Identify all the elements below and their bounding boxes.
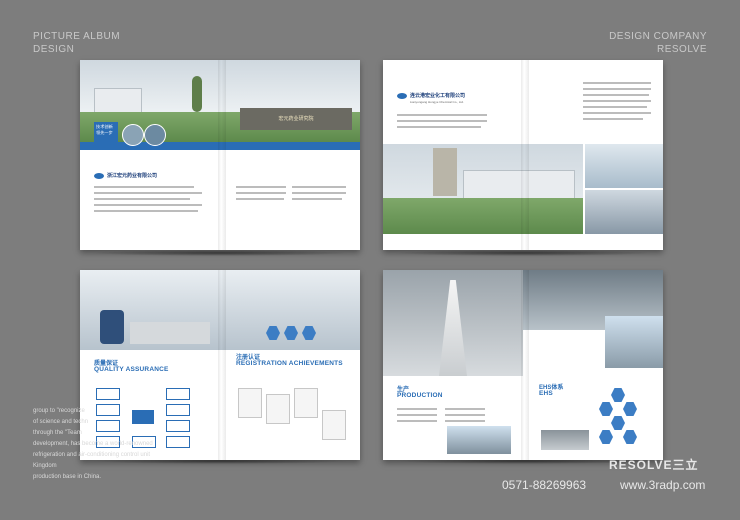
slogan-badge: 技术创新 领先一步 xyxy=(94,122,118,142)
side-text-line: group to "recognize xyxy=(33,408,85,414)
ehs-hex xyxy=(623,430,637,444)
company-name-2: 连云港宏业化工有限公司 xyxy=(410,93,466,99)
ehs-hex xyxy=(611,416,625,430)
side-description: group to "recognize of science and techn… xyxy=(33,406,173,483)
corner-title-right: DESIGN COMPANY RESOLVE xyxy=(609,30,707,56)
qa-flow-box xyxy=(96,388,120,400)
tank-photo xyxy=(605,316,663,368)
slogan-badge-text: 技术创新 领先一步 xyxy=(96,124,113,135)
lab-bench xyxy=(130,322,210,344)
phone-number: 0571-88269963 xyxy=(502,478,587,492)
ehs-hex xyxy=(611,388,625,402)
storage-tanks-photo xyxy=(447,426,511,454)
brand-logo-text: RESOLVE三立 xyxy=(609,458,699,472)
side-text-line: of science and techn xyxy=(33,419,89,425)
corner-left-line2: DESIGN xyxy=(33,44,75,55)
production-title-en: PRODUCTION xyxy=(397,392,443,399)
circle-photo-1 xyxy=(122,124,144,146)
ehs-hex xyxy=(623,402,637,416)
corner-right-line1: DESIGN COMPANY xyxy=(609,31,707,42)
tree xyxy=(192,76,202,112)
blue-stripe xyxy=(80,142,360,150)
qa-flow-box xyxy=(166,388,190,400)
brochure-spread-2: 连云港宏业化工有限公司 Lianyungang Hongye Chemical … xyxy=(383,60,663,250)
office-building xyxy=(94,88,142,114)
side-text-line: production base in China. xyxy=(33,474,102,480)
qa-title-en: QUALITY ASSURANCE xyxy=(94,366,169,373)
company-subtitle-2: Lianyungang Hongye Chemical Co., Ltd. xyxy=(410,100,464,104)
ehs-photo xyxy=(541,430,589,450)
side-text-line: through the "Team xyxy=(33,430,82,436)
ehs-title-en: EHS xyxy=(539,390,553,397)
brochure-spread-1: 宏元药业研究院 技术创新 领先一步 浙江宏元药业有限公司 xyxy=(80,60,360,250)
factory-building xyxy=(463,170,575,200)
stone-sign-text: 宏元药业研究院 xyxy=(278,116,314,122)
logo-mark-2 xyxy=(397,92,407,99)
corner-left-line1: PICTURE ALBUM xyxy=(33,31,121,42)
certificate-doc xyxy=(238,388,262,418)
company-logo-2: 连云港宏业化工有限公司 xyxy=(397,92,465,99)
stone-sign: 宏元药业研究院 xyxy=(240,108,352,130)
ehs-hex xyxy=(599,430,613,444)
spread2-shadow xyxy=(393,250,653,256)
lab-photo-2 xyxy=(585,190,663,234)
lab-photo-1 xyxy=(585,144,663,188)
certificate-doc xyxy=(266,394,290,424)
side-text-line: development, has become a world-renowned xyxy=(33,441,153,447)
website-url: www.3radp.com xyxy=(620,478,706,492)
spread1-shadow xyxy=(90,250,350,256)
reactor-tower xyxy=(433,148,457,196)
company-name-1: 浙江宏元药业有限公司 xyxy=(107,173,158,179)
circle-photo-2 xyxy=(144,124,166,146)
plant-lawn xyxy=(383,198,583,234)
ehs-hex xyxy=(599,402,613,416)
logo-mark xyxy=(94,172,104,179)
certificate-doc xyxy=(322,410,346,440)
side-text-line: refrigeration and air-conditioning contr… xyxy=(33,452,151,469)
reg-title-en: REGISTRATION ACHIEVEMENTS xyxy=(236,360,343,367)
certificate-doc xyxy=(294,388,318,418)
brochure-spread-4: 生产 PRODUCTION EHS体系 EHS xyxy=(383,270,663,460)
company-logo-1: 浙江宏元药业有限公司 xyxy=(94,172,157,179)
corner-right-line2: RESOLVE xyxy=(657,44,707,55)
lab-worker-1 xyxy=(100,310,124,344)
corner-title-left: PICTURE ALBUM DESIGN xyxy=(33,30,120,56)
